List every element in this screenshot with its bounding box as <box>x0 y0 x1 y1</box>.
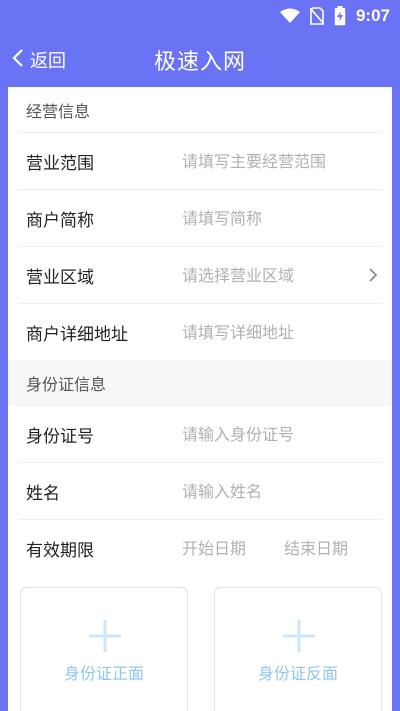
validity-label: 有效期限 <box>26 540 94 561</box>
battery-charging-icon <box>334 6 346 26</box>
wifi-icon <box>279 8 300 24</box>
id-number-input[interactable] <box>182 424 372 444</box>
upload-id-back-caption: 身份证反面 <box>257 664 338 683</box>
form-row-address: 商户详细地址 <box>18 303 382 360</box>
form-row-name: 姓名 <box>18 462 382 519</box>
address-label: 商户详细地址 <box>26 324 128 345</box>
region-select[interactable] <box>182 265 372 285</box>
form-row-validity: 有效期限 <box>18 519 382 576</box>
scope-label: 营业范围 <box>26 153 94 174</box>
status-bar: 9:07 <box>0 0 400 32</box>
scope-input[interactable] <box>182 151 372 171</box>
start-date-input[interactable] <box>182 538 254 558</box>
upload-id-front-caption: 身份证正面 <box>63 664 144 683</box>
short-name-input[interactable] <box>182 208 372 228</box>
short-name-label: 商户简称 <box>26 210 94 231</box>
chevron-right-icon <box>368 267 378 287</box>
section-header-identity: 身份证信息 <box>8 360 392 405</box>
form-row-region[interactable]: 营业区域 <box>18 246 382 303</box>
no-sim-icon <box>309 7 324 25</box>
id-upload-area: 身份证正面 身份证反面 <box>18 587 382 711</box>
address-input[interactable] <box>182 322 372 342</box>
name-input[interactable] <box>182 481 372 501</box>
validity-date-range <box>182 538 356 558</box>
section-header-business: 经营信息 <box>8 87 392 132</box>
id-number-label: 身份证号 <box>26 426 94 447</box>
end-date-input[interactable] <box>284 538 356 558</box>
form-row-scope: 营业范围 <box>18 132 382 189</box>
form-row-short-name: 商户简称 <box>18 189 382 246</box>
region-label: 营业区域 <box>26 267 94 288</box>
form-content: 经营信息 营业范围 商户简称 营业区域 商户详细地址 身份证信息 身份证号 姓名… <box>8 87 392 711</box>
plus-icon <box>87 618 123 658</box>
nav-bar: 返回 极速入网 <box>0 32 400 87</box>
upload-id-back-button[interactable]: 身份证反面 <box>214 587 382 711</box>
page-title: 极速入网 <box>153 50 246 75</box>
status-time: 9:07 <box>355 6 390 25</box>
plus-icon <box>281 618 317 658</box>
upload-id-front-button[interactable]: 身份证正面 <box>20 587 188 711</box>
form-row-id-number: 身份证号 <box>18 405 382 462</box>
name-label: 姓名 <box>26 483 60 504</box>
